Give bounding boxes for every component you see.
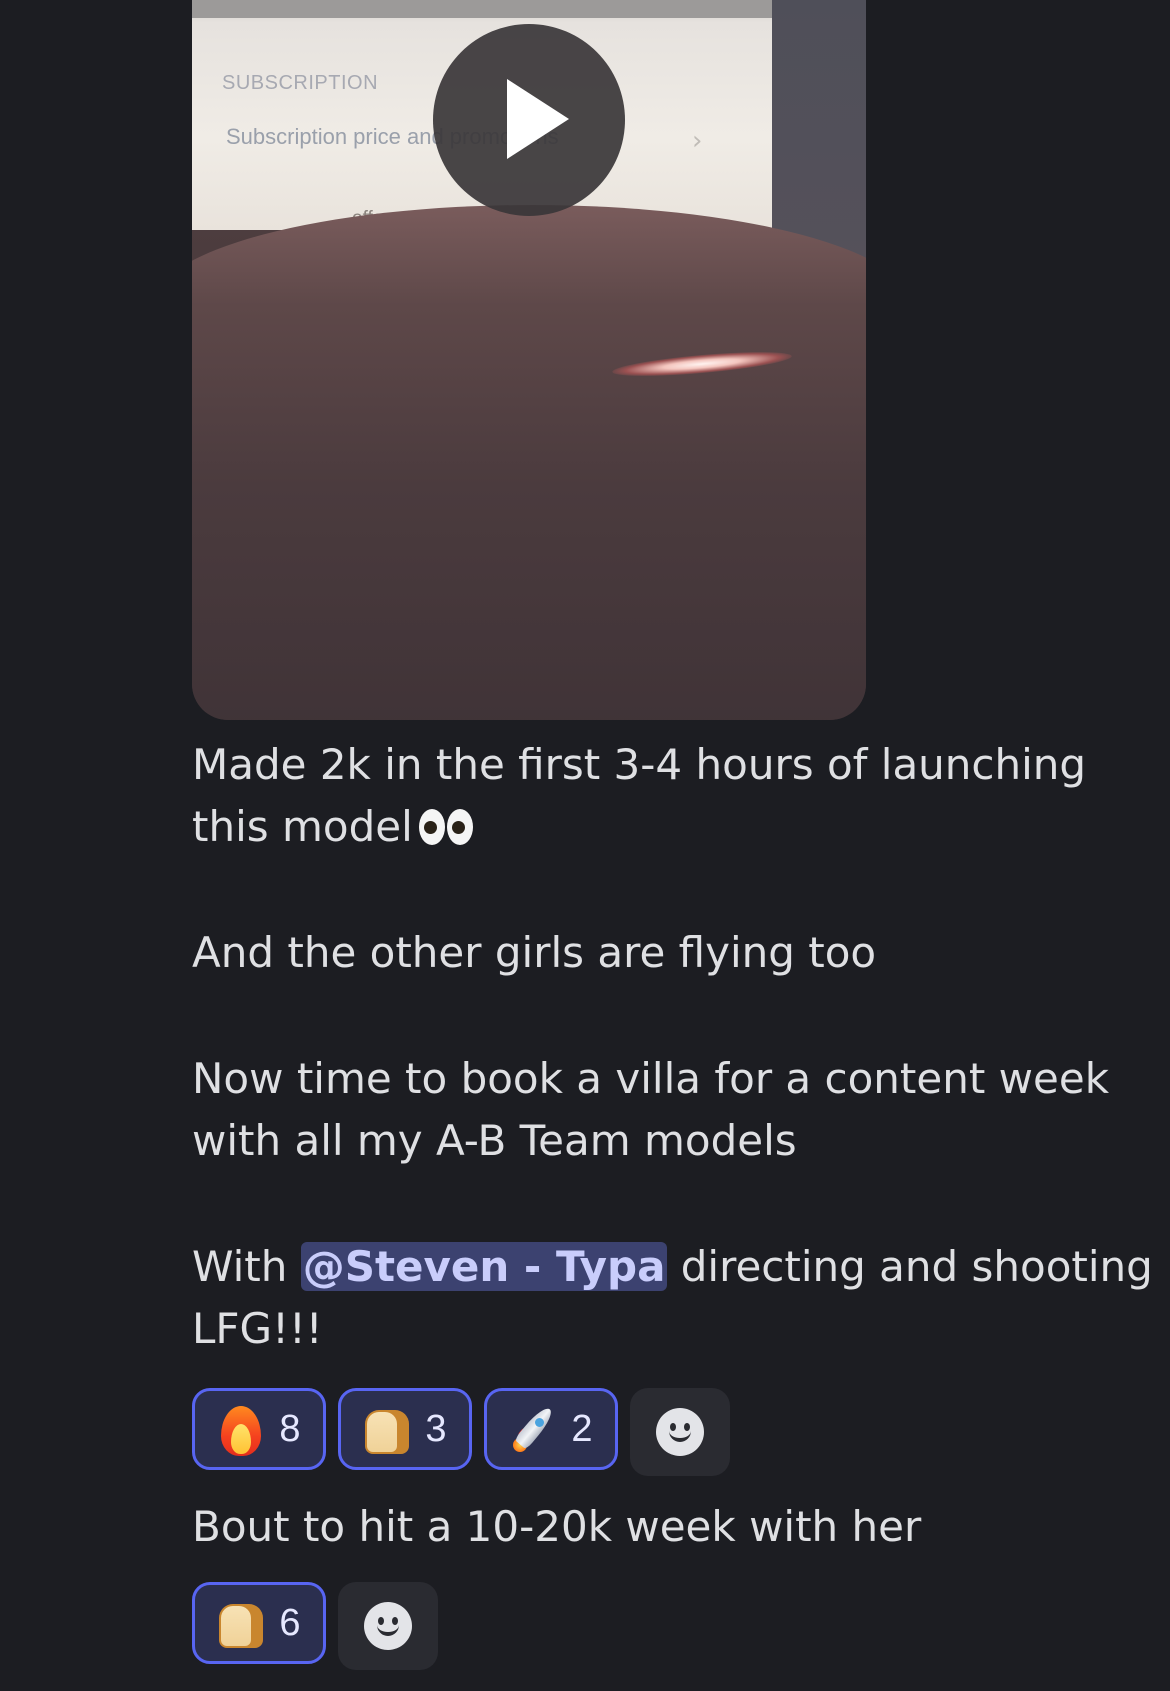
reaction-bread[interactable]: 6 bbox=[192, 1582, 326, 1664]
message-line: With @Steven - Typa directing and shooti… bbox=[192, 1236, 1153, 1298]
video-frame-hand bbox=[192, 205, 866, 720]
reaction-bar: 8 3 2 bbox=[192, 1388, 730, 1476]
play-icon bbox=[507, 79, 569, 159]
chevron-right-icon: › bbox=[692, 126, 703, 156]
video-frame-edge bbox=[772, 0, 866, 260]
message-text: directing and shooting bbox=[667, 1242, 1153, 1291]
video-frame-heading: SUBSCRIPTION bbox=[222, 72, 379, 94]
add-reaction-button[interactable] bbox=[338, 1582, 438, 1670]
message-line: Bout to hit a 10-20k week with her bbox=[192, 1502, 922, 1551]
reaction-fire[interactable]: 8 bbox=[192, 1388, 326, 1470]
message-line: with all my A-B Team models bbox=[192, 1116, 797, 1165]
user-mention[interactable]: @Steven - Typa bbox=[300, 1242, 668, 1291]
message-line: Made 2k in the first 3-4 hours of launch… bbox=[192, 740, 1087, 789]
message-line: LFG!!! bbox=[192, 1304, 323, 1353]
bread-icon bbox=[363, 1401, 411, 1457]
reaction-count: 6 bbox=[279, 1601, 301, 1644]
rocket-icon bbox=[509, 1401, 557, 1457]
reaction-count: 3 bbox=[425, 1407, 447, 1450]
reaction-count: 2 bbox=[571, 1407, 593, 1450]
add-reaction-button[interactable] bbox=[630, 1388, 730, 1476]
reaction-count: 8 bbox=[279, 1407, 301, 1450]
smile-icon bbox=[364, 1602, 412, 1650]
fire-icon bbox=[217, 1401, 265, 1457]
reaction-rocket[interactable]: 2 bbox=[484, 1388, 618, 1470]
chat-view: SUBSCRIPTION Subscription price and prom… bbox=[0, 0, 1170, 1691]
message-line: this model bbox=[192, 796, 475, 862]
reaction-bar: 6 bbox=[192, 1582, 438, 1670]
eyes-emoji bbox=[418, 800, 475, 862]
smile-icon bbox=[656, 1408, 704, 1456]
message-line: And the other girls are flying too bbox=[192, 928, 877, 977]
screen-top-bar bbox=[192, 0, 772, 18]
reaction-bread[interactable]: 3 bbox=[338, 1388, 472, 1470]
message-text: With bbox=[192, 1242, 301, 1291]
message-line: Now time to book a villa for a content w… bbox=[192, 1054, 1110, 1103]
bread-icon bbox=[217, 1595, 265, 1651]
play-button[interactable] bbox=[433, 24, 625, 216]
message-text: this model bbox=[192, 802, 413, 851]
